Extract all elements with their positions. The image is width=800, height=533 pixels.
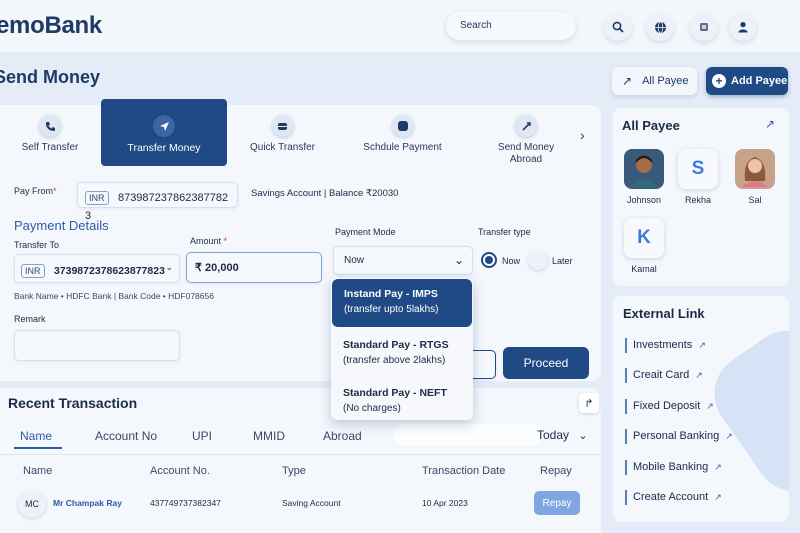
column-header-date: Transaction Date xyxy=(422,465,506,477)
link-mobile-banking[interactable]: Mobile Banking ↗ xyxy=(625,460,722,475)
payee-initial-avatar: K xyxy=(624,218,664,258)
transfer-type-now-radio[interactable] xyxy=(481,252,497,268)
period-select[interactable]: Today ⌄ xyxy=(537,428,588,442)
payee-johnson[interactable]: Johnson xyxy=(619,149,669,205)
pay-from-account-field[interactable]: INR 873987237862387782 3 xyxy=(77,182,238,222)
search-icon[interactable] xyxy=(604,13,632,41)
currency-badge: INR xyxy=(21,264,45,278)
transfer-to-select[interactable]: INR 3739872378623877823 ⌄ xyxy=(14,254,180,283)
recent-transactions-card: Recent Transaction ↱ Name Account No UPI… xyxy=(0,388,601,533)
amount-label: Amount * xyxy=(190,236,228,246)
payment-mode-label: Payment Mode xyxy=(335,227,396,237)
remark-input[interactable] xyxy=(14,330,180,361)
avatar: MC xyxy=(18,490,46,518)
transfer-type-later-radio[interactable] xyxy=(528,250,548,270)
user-icon[interactable] xyxy=(729,13,757,41)
arrow-up-right-icon: ↗ xyxy=(698,340,706,350)
chevron-down-icon: ⌄ xyxy=(578,430,588,442)
row-account: 437749737382347 xyxy=(150,498,221,508)
tab-send-money-abroad[interactable]: Send Money Abroad xyxy=(486,105,566,167)
filter-tab-upi[interactable]: UPI xyxy=(192,429,212,443)
remark-label: Remark xyxy=(14,314,46,324)
app-icon[interactable] xyxy=(690,13,718,41)
payment-mode-dropdown: Instand Pay - IMPS (transfer upto 5lakhs… xyxy=(331,278,473,420)
tab-transfer-money[interactable]: Transfer Money xyxy=(101,99,227,166)
column-header-account: Account No. xyxy=(150,465,210,477)
brand-logo: emoBank xyxy=(0,12,102,39)
repay-button[interactable]: Repay xyxy=(534,491,580,515)
link-investments[interactable]: Investments ↗ xyxy=(625,338,706,353)
page-title: Send Money xyxy=(0,67,101,87)
tab-self-transfer[interactable]: Self Transfer xyxy=(0,105,100,167)
account-balance-info: Savings Account | Balance ₹20030 xyxy=(251,188,399,199)
all-payee-title: All Payee xyxy=(622,118,680,133)
chevron-right-icon[interactable]: › xyxy=(580,127,585,143)
transfer-type-now-label: Now xyxy=(502,256,521,266)
filter-tab-mmid[interactable]: MMID xyxy=(253,429,285,443)
link-credit-card[interactable]: Creait Card ↗ xyxy=(625,368,703,383)
add-payee-button[interactable]: + Add Payee xyxy=(706,67,788,95)
filter-tab-abroad[interactable]: Abroad xyxy=(323,429,362,443)
payment-mode-option-neft[interactable]: Standard Pay - NEFT (No charges) xyxy=(331,378,473,424)
column-header-repay: Repay xyxy=(540,465,572,477)
calendar-icon xyxy=(391,115,414,137)
pay-from-label: Pay From* xyxy=(14,186,57,196)
globe-icon[interactable] xyxy=(646,13,674,41)
top-bar: emoBank Search xyxy=(0,0,800,52)
column-header-type: Type xyxy=(282,465,306,477)
link-create-account[interactable]: Create Account ↗ xyxy=(625,490,722,505)
column-header-name: Name xyxy=(23,465,53,477)
link-fixed-deposit[interactable]: Fixed Deposit ↗ xyxy=(625,399,714,414)
external-links-card: External Link Investments ↗ Creait Card ↗ … xyxy=(613,296,789,522)
payee-kamal[interactable]: K Kamal xyxy=(619,218,669,274)
all-payee-card: All Payee ↗ Johnson S Rekha Sal K Kamal xyxy=(613,108,789,286)
filter-tab-account-no[interactable]: Account No xyxy=(95,429,157,443)
payment-mode-option-rtgs[interactable]: Standard Pay - RTGS (transfer above 2lak… xyxy=(331,330,473,376)
all-payee-button[interactable]: ↗ All Payee xyxy=(612,67,697,95)
row-date: 10 Apr 2023 xyxy=(422,498,468,508)
arrow-up-right-icon: ↗ xyxy=(622,74,633,88)
link-personal-banking[interactable]: Personal Banking ↗ xyxy=(625,429,733,444)
currency-badge: INR xyxy=(85,191,109,205)
arrow-up-right-icon[interactable]: ↗ xyxy=(765,117,775,131)
transfer-to-label: Transfer To xyxy=(14,240,60,250)
arrow-up-right-icon: ↗ xyxy=(714,462,722,472)
man-avatar-icon xyxy=(624,149,664,189)
proceed-button[interactable]: Proceed xyxy=(503,347,589,379)
wallet-icon xyxy=(271,115,294,137)
woman-avatar-icon xyxy=(735,149,775,189)
row-type: Saving Account xyxy=(282,498,341,508)
payment-mode-option-imps[interactable]: Instand Pay - IMPS (transfer upto 5lakhs… xyxy=(332,279,472,327)
globe-arrow-icon xyxy=(515,115,537,137)
recent-transactions-title: Recent Transaction xyxy=(8,395,138,411)
expand-icon[interactable]: ↱ xyxy=(579,393,599,413)
amount-input[interactable]: ₹ 20,000 xyxy=(186,252,322,283)
filter-tab-name[interactable]: Name xyxy=(20,429,52,443)
transfer-type-label: Transfer type xyxy=(478,227,531,237)
row-name[interactable]: Mr Champak Ray xyxy=(53,498,122,508)
tab-schedule-payment[interactable]: Schdule Payment xyxy=(355,105,450,167)
chevron-down-icon: ⌄ xyxy=(453,253,464,267)
transfer-type-later-label: Later xyxy=(552,256,573,266)
send-arrow-icon xyxy=(153,115,175,137)
chevron-down-icon: ⌄ xyxy=(165,262,173,272)
divider xyxy=(0,454,601,455)
payee-sal[interactable]: Sal xyxy=(730,149,780,205)
arrow-up-right-icon: ↗ xyxy=(714,492,722,502)
filter-search-field[interactable] xyxy=(393,424,543,446)
arrow-up-right-icon: ↗ xyxy=(695,370,703,380)
arrow-up-right-icon: ↗ xyxy=(725,431,733,441)
external-link-title: External Link xyxy=(623,306,705,321)
tab-quick-transfer[interactable]: Quick Transfer xyxy=(240,105,325,167)
search-input[interactable]: Search xyxy=(446,12,576,40)
payee-initial-avatar: S xyxy=(678,149,718,189)
active-tab-indicator xyxy=(14,447,62,449)
payment-details-heading: Payment Details xyxy=(14,218,109,233)
phone-icon xyxy=(39,115,61,137)
payment-mode-select[interactable]: Now ⌄ xyxy=(333,246,473,275)
plus-circle-icon: + xyxy=(712,74,726,88)
payee-rekha[interactable]: S Rekha xyxy=(673,149,723,205)
bank-info: Bank Name • HDFC Bank | Bank Code • HDF0… xyxy=(14,291,214,301)
arrow-up-right-icon: ↗ xyxy=(706,401,714,411)
